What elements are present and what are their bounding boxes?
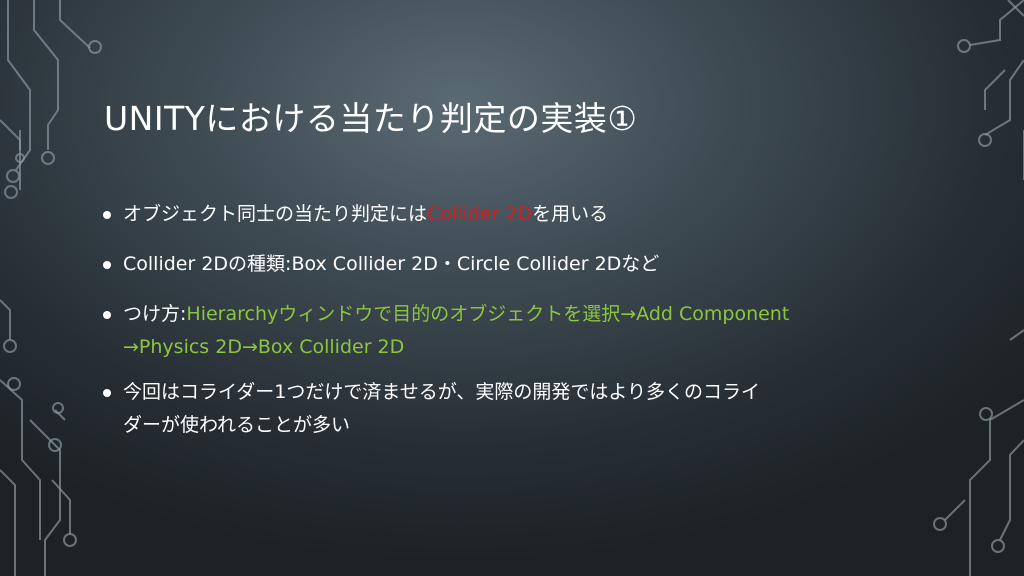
slide-title: UNITYにおける当たり判定の実装① (104, 99, 638, 138)
bullet-dot-icon (103, 261, 111, 269)
bullet-text: ダーが使われることが多い (123, 414, 351, 436)
bullet-text: オブジェクト同士の当たり判定には (123, 203, 428, 225)
highlight-text: →Physics 2D→Box Collider 2D (123, 336, 405, 358)
bullet-text: つけ方: (123, 303, 187, 325)
bullet-item: Collider 2Dの種類:Box Collider 2D・Circle Co… (103, 248, 923, 281)
bullet-text: を用いる (532, 203, 609, 225)
bullet-list: オブジェクト同士の当たり判定にはCollider 2Dを用いる Collider… (103, 198, 923, 459)
highlight-text: Hierarchyウィンドウで目的のオブジェクトを選択→Add Componen… (186, 303, 790, 325)
highlight-text: Collider 2D (427, 203, 533, 225)
bullet-item: つけ方:Hierarchyウィンドウで目的のオブジェクトを選択→Add Comp… (103, 298, 923, 364)
bullet-dot-icon (103, 389, 111, 397)
bullet-dot-icon (103, 311, 111, 319)
bullet-text: 今回はコライダー1つだけで済ませるが、実際の開発ではより多くのコライ (123, 381, 761, 403)
bullet-item: 今回はコライダー1つだけで済ませるが、実際の開発ではより多くのコライ ダーが使わ… (103, 376, 923, 442)
bullet-dot-icon (103, 211, 111, 219)
bullet-item: オブジェクト同士の当たり判定にはCollider 2Dを用いる (103, 198, 923, 231)
bullet-text: Collider 2Dの種類:Box Collider 2D・Circle Co… (123, 253, 660, 275)
